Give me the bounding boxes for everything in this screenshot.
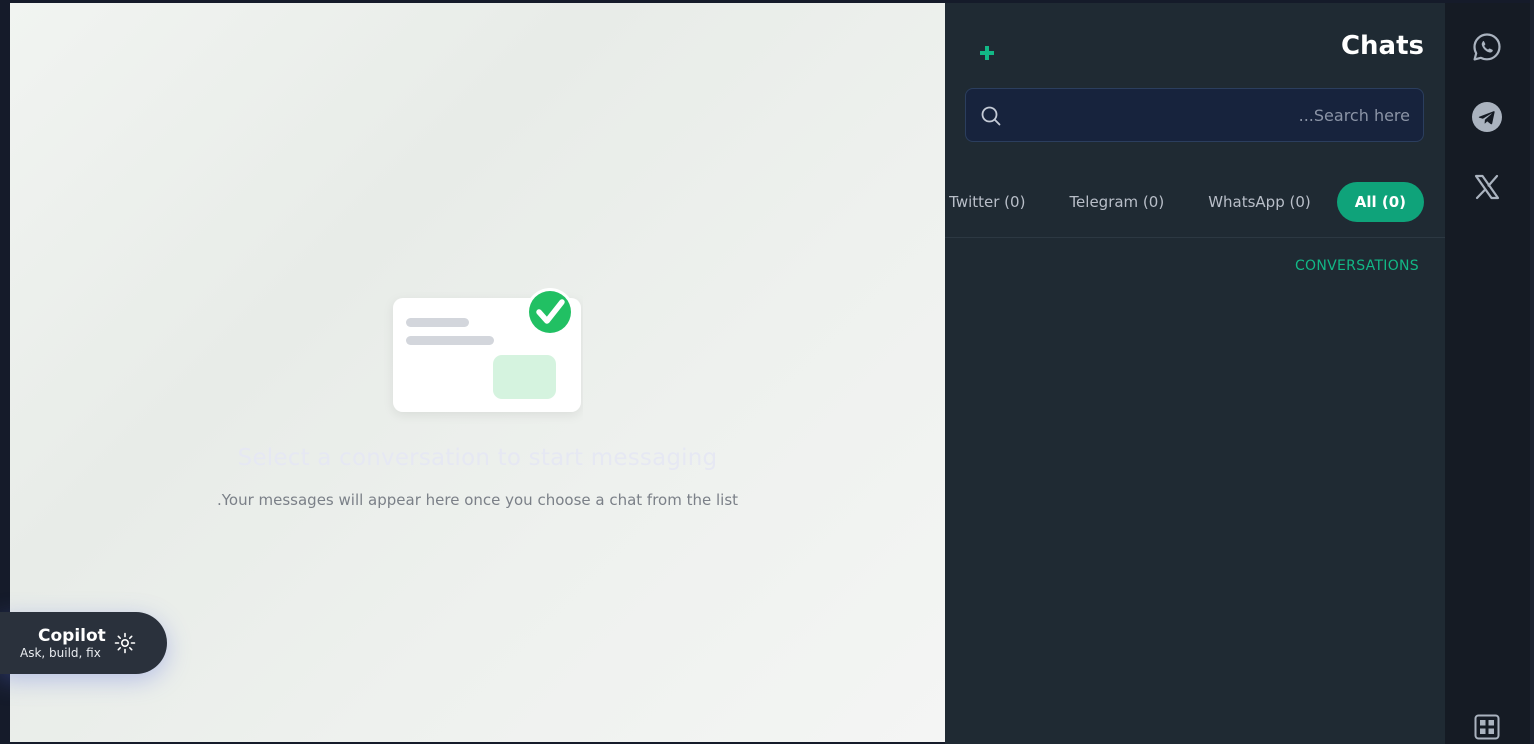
tab-all[interactable]: All (0)	[1336, 182, 1424, 222]
tab-whatsapp[interactable]: WhatsApp (0)	[1190, 182, 1329, 222]
copilot-title: Copilot	[38, 626, 106, 646]
rail-item-whatsapp[interactable]	[1471, 31, 1503, 63]
panel-title: Chats	[1340, 31, 1424, 61]
empty-state-title: Select a conversation to start messaging	[237, 445, 718, 471]
tab-twitter[interactable]: Twitter (0)	[931, 182, 1043, 222]
conversations-section-label: CONVERSATIONS	[1294, 258, 1419, 274]
rail-item-telegram[interactable]	[1471, 101, 1503, 133]
x-twitter-icon	[1474, 174, 1500, 200]
source-filter-tabs: Twitter (0) Telegram (0) WhatsApp (0) Al…	[949, 182, 1424, 222]
plus-icon	[980, 46, 994, 60]
telegram-icon	[1472, 102, 1502, 132]
search-icon	[981, 106, 1001, 126]
chats-panel: Chats Twitter (0) Telegram (0) WhatsApp …	[945, 3, 1445, 744]
grid-icon	[1474, 714, 1500, 740]
copilot-subtitle: Ask, build, fix	[20, 646, 101, 660]
new-chat-button[interactable]	[975, 41, 999, 65]
search-input[interactable]	[1016, 89, 1410, 141]
channel-rail	[1445, 3, 1530, 744]
sparkle-icon	[114, 632, 136, 654]
rail-item-apps[interactable]	[1471, 711, 1503, 743]
tab-telegram[interactable]: Telegram (0)	[1051, 182, 1182, 222]
empty-state-subtitle: .Your messages will appear here once you…	[216, 491, 739, 509]
copilot-button[interactable]: Copilot Ask, build, fix	[0, 612, 167, 674]
chat-selected-illustration	[393, 288, 581, 412]
whatsapp-icon	[1473, 33, 1501, 61]
rail-item-x[interactable]	[1471, 171, 1503, 203]
divider	[945, 237, 1445, 238]
app-frame: Select a conversation to start messaging…	[0, 0, 1534, 744]
search-box	[965, 88, 1424, 142]
window-edge	[1530, 0, 1534, 744]
